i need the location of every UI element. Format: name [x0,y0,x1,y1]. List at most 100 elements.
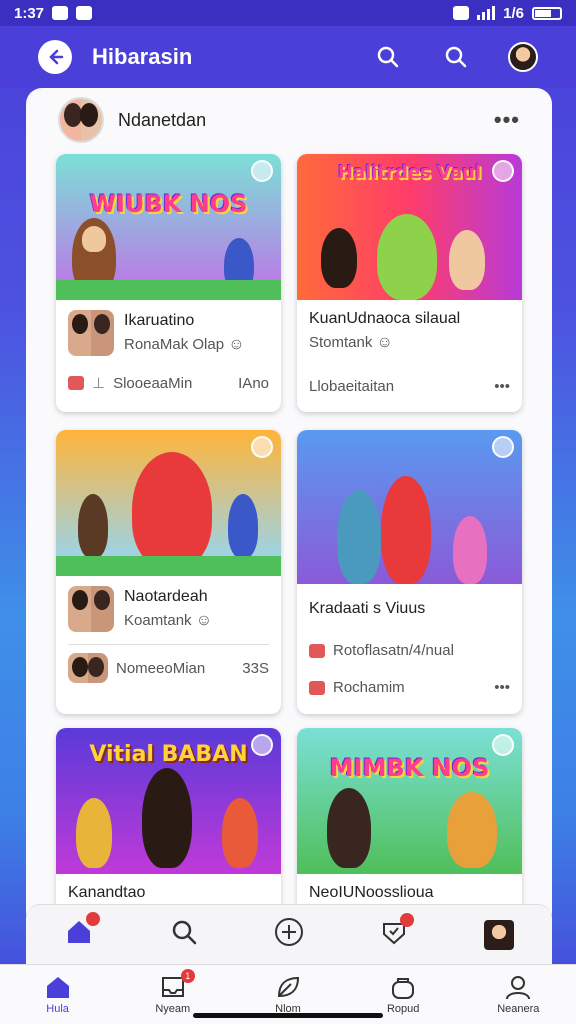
thumbnail-title: Vitial BABAN [89,742,248,767]
video-thumbnail[interactable] [56,430,281,576]
card-subtitle: Stomtank ☺ [309,334,393,351]
card-footer: Llobaeitaitan ••• [309,378,510,395]
action-bar [26,904,552,964]
bag-icon [392,978,415,999]
tab-explore[interactable]: Nlom [248,974,328,1015]
card-meta-right: 33S [242,659,269,677]
badge-icon [251,436,273,458]
leaf-icon [277,976,299,998]
more-options-button[interactable]: ••• [494,107,520,133]
card-meta: SlooeaaMin [113,374,193,392]
card-subtitle: Koamtank ☺ [124,612,213,629]
app-header: Hibarasin [0,26,576,88]
thumbnail-title: WIUBK NOS [89,190,248,218]
profile-icon [506,976,531,1000]
profile-button[interactable] [484,919,514,950]
search-button[interactable] [372,41,404,73]
group-name: Ndanetdan [118,109,207,130]
search-button[interactable] [170,918,198,951]
alarm-icon [453,6,470,20]
tab-shop[interactable]: Ropud [363,974,443,1015]
avatar [484,919,514,950]
card-title: Ikaruatino [124,312,195,329]
card-title: NeoIUNoosslioua [309,884,434,901]
card-subtitle: Rotoflasatn/4/nual [309,642,510,659]
creator-avatars[interactable] [68,586,114,632]
profile-avatar[interactable] [508,42,538,72]
search-icon [377,46,399,68]
status-text: 1/6 [503,4,524,22]
video-thumbnail[interactable]: MIMBK NOS [297,728,522,874]
card-meta: Rochamim [333,679,405,696]
notification-icon [52,6,69,20]
notification-badge [86,912,100,926]
more-options-button[interactable]: ••• [494,378,510,395]
tag-icon [68,376,84,390]
card-meta: NomeeoMian [116,659,206,677]
notification-badge: 1 [180,969,195,983]
card-title: Kradaati s Viuus [309,600,426,617]
video-card[interactable]: Vitial BABAN Kanandtao [56,728,281,928]
message-icon [76,6,93,20]
tag-icon [309,680,325,695]
pin-icon: ⊥ [92,375,106,392]
badge-icon [492,734,514,756]
video-card[interactable]: Naotardeah Koamtank ☺ NomeeoMian 33S [56,430,281,714]
tab-home[interactable]: Hula [18,974,98,1015]
home-indicator [193,1013,383,1018]
card-footer: ⊥ SlooeaaMin IAno [68,374,269,392]
video-thumbnail[interactable]: Halitrdes Vaul [297,154,522,300]
notification-badge [400,913,414,927]
card-meta-right: IAno [238,374,269,392]
card-title: KuanUdnaoca silaual [309,310,461,327]
badge-icon [251,160,273,182]
home-icon [46,977,69,998]
battery-icon [532,6,562,20]
feed-panel: Ndanetdan ••• WIUBK NOS Ikaruatino RonaM… [26,88,552,928]
card-footer: NomeeoMian 33S [68,653,269,683]
more-options-button[interactable]: ••• [494,679,510,696]
card-subtitle: RonaMak Olap ☺ [124,336,245,353]
plus-circle-icon [275,918,303,946]
create-button[interactable] [274,917,304,952]
video-card[interactable]: Kradaati s Viuus Rotoflasatn/4/nual Roch… [297,430,522,714]
card-meta: Llobaeitaitan [309,378,395,395]
group-header: Ndanetdan ••• [26,88,552,152]
badge-icon [492,160,514,182]
search-button-secondary[interactable] [440,41,472,73]
card-footer: Rochamim ••• [309,679,510,696]
video-thumbnail[interactable]: WIUBK NOS [56,154,281,300]
smile-icon: ☺ [195,612,213,629]
tab-inbox[interactable]: 1 Nyeam [133,969,213,1015]
tab-label: Neanera [497,1003,540,1015]
video-card[interactable]: MIMBK NOS NeoIUNoosslioua [297,728,522,928]
tab-label: Ropud [386,1003,420,1015]
search-icon [445,46,467,68]
video-thumbnail[interactable]: Vitial BABAN [56,728,281,874]
video-thumbnail[interactable] [297,430,522,584]
card-title: Kanandtao [68,884,146,901]
back-button[interactable] [38,40,72,74]
creator-avatars[interactable] [68,653,108,683]
group-avatar[interactable] [58,97,104,143]
thumbnail-title: MIMBK NOS [329,754,490,782]
home-button[interactable] [64,912,100,952]
tag-icon [309,643,325,658]
badge-icon [492,436,514,458]
search-icon [172,920,197,945]
creator-avatars[interactable] [68,310,114,356]
video-card[interactable]: Halitrdes Vaul KuanUdnaoca silaual Stomt… [297,154,522,412]
tab-label: Hula [46,1003,69,1015]
smile-icon: ☺ [228,336,245,353]
card-title: Naotardeah [124,588,208,605]
smile-icon: ☺ [376,334,393,351]
thumbnail-title: Halitrdes Vaul [337,162,482,183]
video-card[interactable]: WIUBK NOS Ikaruatino RonaMak Olap ☺ ⊥ Sl… [56,154,281,412]
activity-button[interactable] [380,913,414,951]
signal-icon [477,6,496,20]
tab-label: Nyeam [155,1003,191,1015]
badge-icon [251,734,273,756]
page-title: Hibarasin [92,44,193,69]
tab-profile[interactable]: Neanera [478,974,558,1015]
arrow-left-icon [49,49,64,65]
